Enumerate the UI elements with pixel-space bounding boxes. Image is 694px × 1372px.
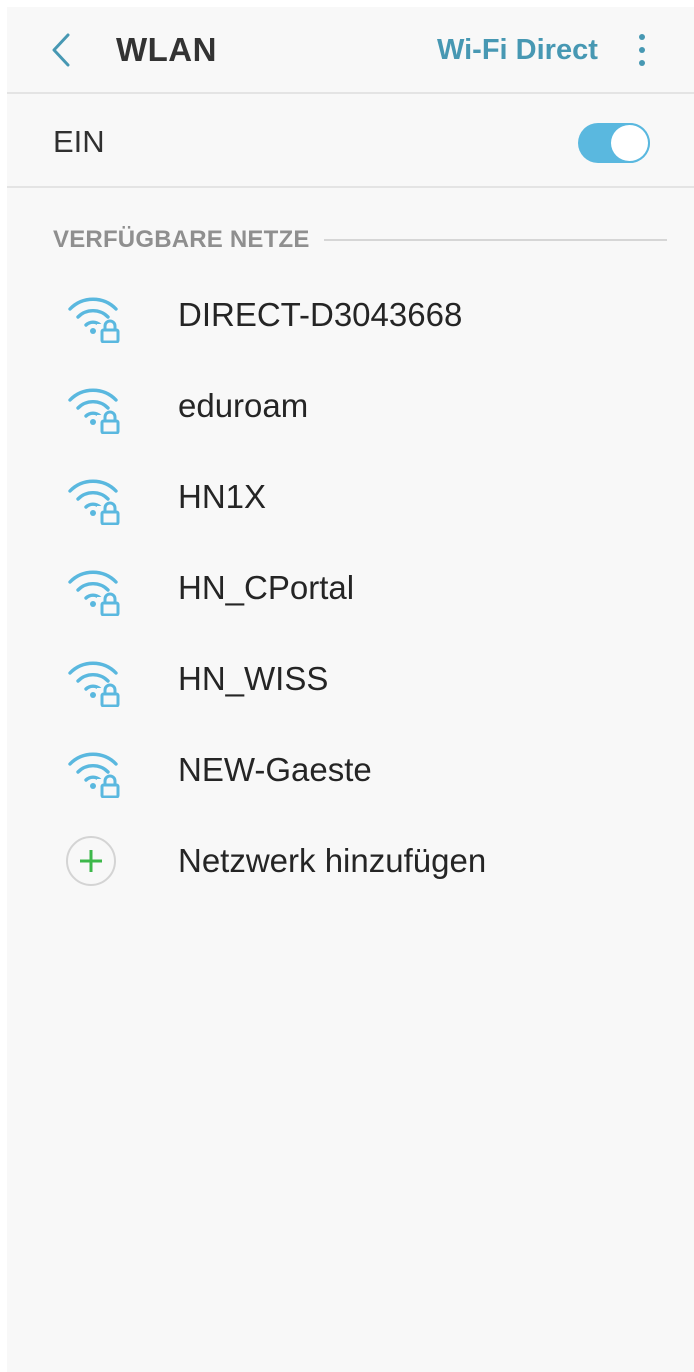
wifi-direct-button[interactable]: Wi-Fi Direct [437,27,598,73]
wlan-toggle-label: EIN [53,124,105,159]
add-network-item[interactable]: Netzwerk hinzufügen [7,815,694,906]
network-name: HN_CPortal [178,568,355,606]
wifi-secured-icon [61,742,125,799]
more-options-button[interactable] [627,27,657,73]
section-title: VERFÜGBARE NETZE [53,226,310,253]
wifi-secured-icon [61,651,125,708]
network-name: HN1X [178,477,267,515]
network-name: NEW-Gaeste [178,750,372,788]
network-item[interactable]: HN1X [7,451,694,542]
network-item[interactable]: NEW-Gaeste [7,724,694,815]
app-bar: WLAN Wi-Fi Direct [7,7,694,94]
wifi-secured-icon [61,469,125,526]
chevron-left-icon [52,33,70,67]
network-name: DIRECT-D3043668 [178,295,463,333]
network-name: HN_WISS [178,659,329,697]
network-item[interactable]: HN_CPortal [7,542,694,633]
section-divider [323,239,667,241]
available-networks-header: VERFÜGBARE NETZE [53,222,667,258]
wlan-toggle-row[interactable]: EIN [7,96,694,188]
wifi-secured-icon [61,287,125,344]
network-item[interactable]: DIRECT-D3043668 [7,269,694,360]
plus-icon [66,836,116,886]
back-button[interactable] [41,27,81,73]
wifi-secured-icon [61,560,125,617]
toggle-knob [609,123,650,163]
network-list: DIRECT-D3043668 eduroam HN1X HN_CPortal [7,269,694,906]
network-item[interactable]: eduroam [7,360,694,451]
wlan-toggle-switch[interactable] [578,123,650,163]
network-name: eduroam [178,386,309,424]
wlan-settings-screen: WLAN Wi-Fi Direct EIN VERFÜGBARE NETZE D… [7,7,694,1372]
network-item[interactable]: HN_WISS [7,633,694,724]
more-vert-icon [639,34,645,40]
wifi-secured-icon [61,378,125,435]
page-title: WLAN [116,31,217,68]
add-network-label: Netzwerk hinzufügen [178,841,487,879]
